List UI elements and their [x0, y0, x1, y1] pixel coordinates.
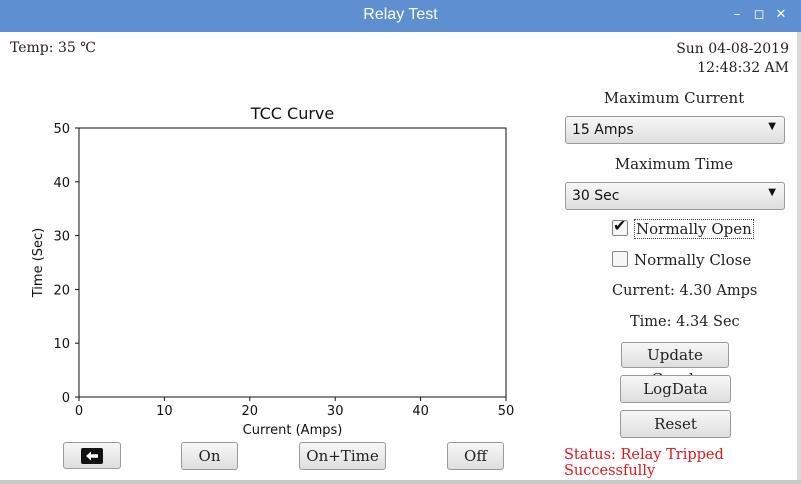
y-tick-label: 40 [53, 176, 70, 191]
normally-open-label: Normally Open [634, 219, 754, 239]
y-tick-label: 30 [53, 230, 70, 245]
checkmark-icon: ✔ [613, 216, 627, 235]
x-tick-label: 50 [498, 404, 515, 419]
logdata-button[interactable]: LogData [620, 375, 731, 403]
back-button[interactable] [63, 442, 121, 469]
dropdown-arrow-icon: ▼ [768, 187, 776, 198]
tcc-chart: TCC Curve 0 10 20 30 40 50 0 10 20 30 40 50 Current (… [26, 100, 526, 440]
maximize-icon[interactable]: ◻ [750, 6, 768, 24]
max-current-select[interactable]: 15 Amps ▼ [565, 116, 785, 144]
y-tick-label: 50 [53, 122, 70, 137]
close-icon[interactable]: ✕ [772, 6, 790, 24]
normally-close-checkbox[interactable]: Normally Close [612, 251, 751, 269]
checkbox-box[interactable]: ✔ [612, 216, 628, 236]
time-text: 12:48:32 AM [697, 60, 789, 76]
minimize-icon[interactable]: – [728, 6, 746, 24]
temperature-readout: Temp: 35 ℃ [10, 40, 96, 56]
back-arrow-icon [81, 448, 103, 464]
normally-close-label: Normally Close [634, 251, 752, 269]
max-time-label: Maximum Time [614, 155, 734, 173]
update-graph-button[interactable]: Update Graph [621, 342, 729, 388]
dropdown-arrow-icon: ▼ [768, 121, 776, 132]
checkbox-box[interactable] [612, 251, 628, 267]
y-tick-label: 20 [53, 283, 70, 298]
y-axis-label: Time (Sec) [31, 228, 46, 299]
max-time-value: 30 Sec [572, 188, 620, 204]
x-tick-label: 30 [327, 404, 344, 419]
x-tick-label: 20 [242, 404, 259, 419]
on-time-button[interactable]: On+Time [299, 442, 386, 470]
y-tick-label: 0 [62, 391, 70, 406]
max-current-value: 15 Amps [572, 122, 634, 138]
window-title: Relay Test [363, 6, 438, 23]
status-message: Status: Relay Tripped Successfully [564, 447, 724, 479]
normally-open-checkbox[interactable]: ✔ Normally Open [612, 216, 754, 239]
reset-button[interactable]: Reset [620, 410, 731, 438]
taskbar-strip [0, 480, 801, 484]
x-tick-label: 0 [75, 404, 83, 419]
current-readout: Current: 4.30 Amps [612, 283, 758, 299]
title-bar: Relay Test – ◻ ✕ [0, 0, 801, 32]
off-button[interactable]: Off [447, 442, 504, 470]
plot-frame [78, 127, 507, 398]
time-readout: Time: 4.34 Sec [630, 314, 740, 330]
max-time-select[interactable]: 30 Sec ▼ [565, 182, 785, 210]
x-tick-label: 10 [156, 404, 173, 419]
chart-title: TCC Curve [250, 104, 334, 123]
y-tick-label: 10 [53, 337, 70, 352]
date-text: Sun 04-08-2019 [676, 41, 789, 57]
max-current-label: Maximum Current [603, 89, 745, 107]
on-button[interactable]: On [181, 442, 238, 470]
x-tick-label: 40 [412, 404, 429, 419]
tcc-chart-svg: TCC Curve 0 10 20 30 40 50 0 10 20 30 40 50 Current (… [31, 104, 515, 438]
x-axis-label: Current (Amps) [243, 423, 343, 438]
datetime-display: Sun 04-08-2019 12:48:32 AM [676, 40, 789, 78]
